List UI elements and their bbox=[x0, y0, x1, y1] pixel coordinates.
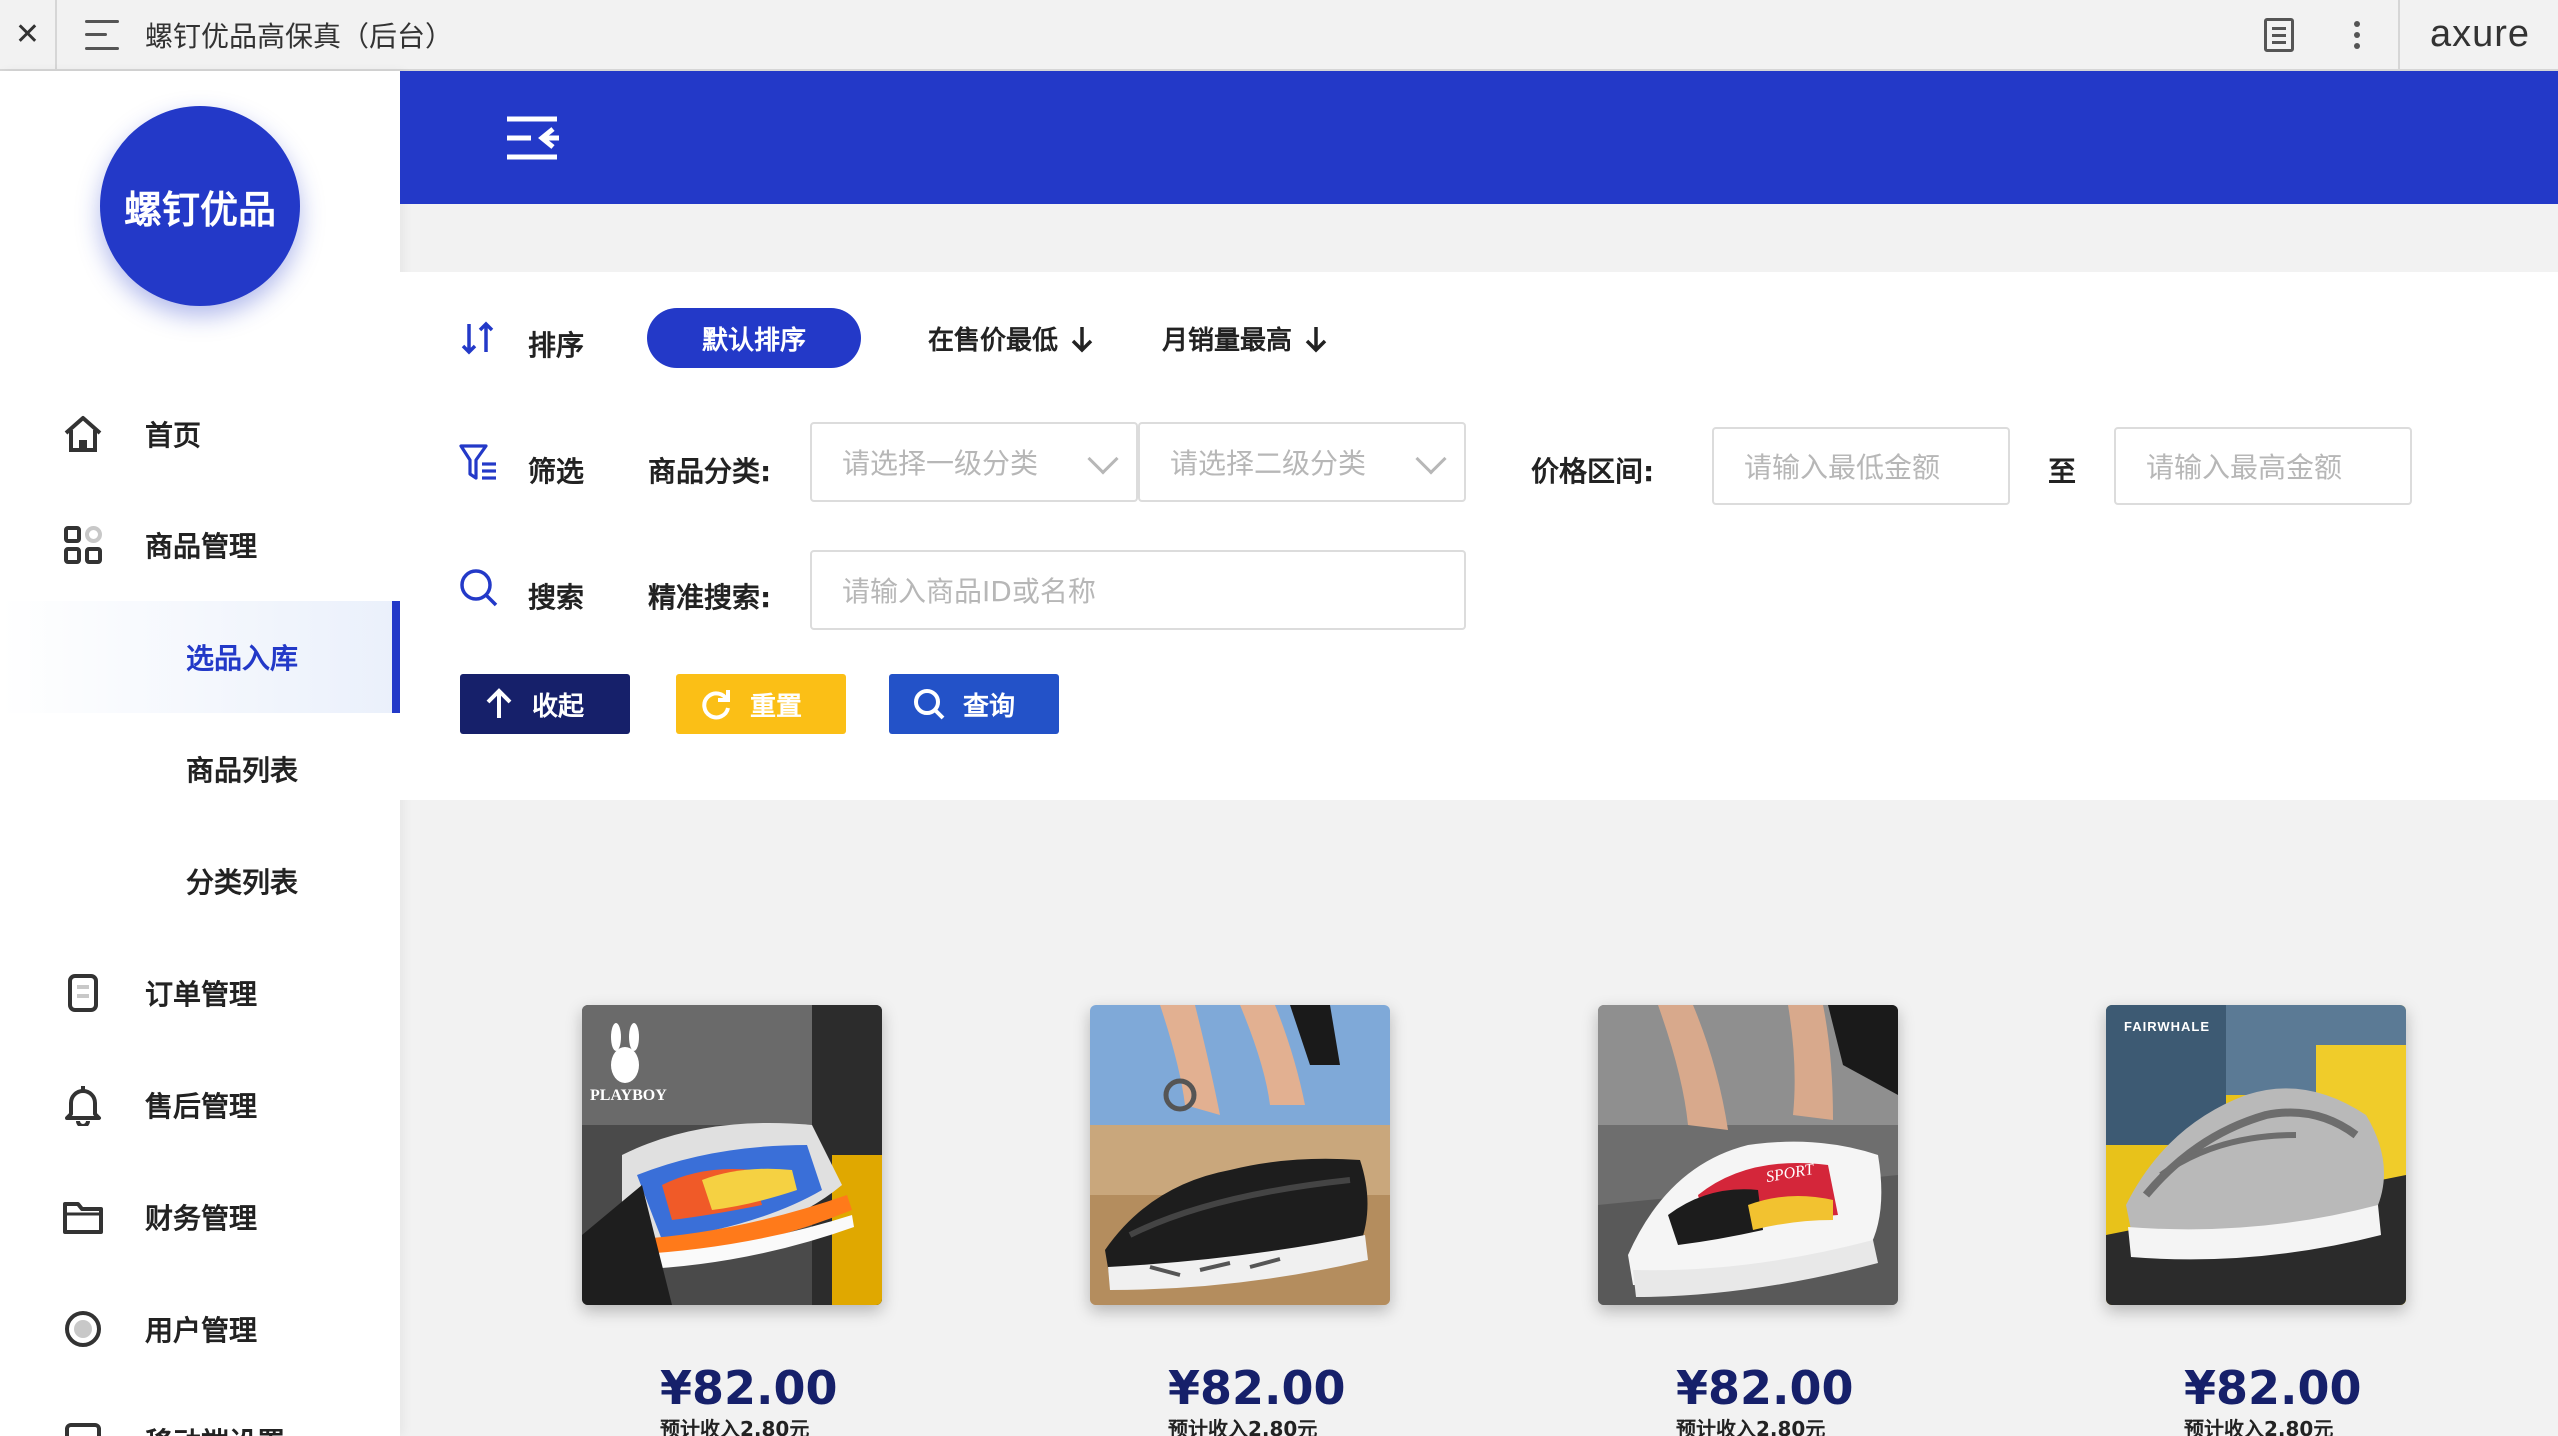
sidebar-item-label: 订单管理 bbox=[145, 978, 258, 1011]
sort-price-lowest-button[interactable]: 在售价最低 bbox=[928, 320, 1094, 357]
sidebar-item-label: 商品列表 bbox=[186, 754, 299, 787]
product-price: ¥82.00 bbox=[2184, 1361, 2362, 1415]
more-options-icon[interactable] bbox=[2353, 20, 2360, 49]
product-price: ¥82.00 bbox=[1676, 1361, 1854, 1415]
price-range-label: 价格区间: bbox=[1531, 455, 1655, 488]
sort-sales-highest-button[interactable]: 月销量最高 bbox=[1162, 320, 1328, 357]
collapse-button[interactable]: 收起 bbox=[460, 674, 630, 734]
sidebar-item-label: 商品管理 bbox=[145, 530, 258, 563]
product-income: 预计收入2.80元 bbox=[1676, 1417, 1826, 1436]
grid-icon bbox=[62, 524, 104, 566]
reset-button[interactable]: 重置 bbox=[676, 674, 846, 734]
category2-select[interactable]: 请选择二级分类 bbox=[1138, 422, 1466, 502]
image-logo-text: PLAYBOY bbox=[590, 1087, 667, 1104]
price-min-placeholder: 请输入最低金额 bbox=[1744, 451, 1941, 484]
product-card[interactable]: FAIRWHALE ¥82.00 预计收入2.80元 bbox=[2106, 1005, 2406, 1436]
arrow-down-icon bbox=[1305, 326, 1327, 352]
app-title-bar: ✕ 螺钉优品高保真（后台） axure bbox=[0, 0, 2558, 71]
document-icon[interactable] bbox=[2263, 17, 2294, 52]
sidebar-item-users[interactable]: 用户管理 bbox=[0, 1273, 400, 1385]
sidebar: 螺钉优品 首页 商品管理 选品入库 商品列表 分类列表 订单管理 售后管理 财务… bbox=[0, 71, 400, 1436]
product-image[interactable]: SPORT bbox=[1598, 1005, 1898, 1305]
sidebar-item-label: 移动端设置 bbox=[145, 1421, 285, 1436]
price-min-input[interactable]: 请输入最低金额 bbox=[1712, 427, 2010, 505]
price-to-label: 至 bbox=[2048, 455, 2077, 488]
sidebar-item-select-stock[interactable]: 选品入库 bbox=[0, 601, 400, 713]
query-button[interactable]: 查询 bbox=[889, 674, 1059, 734]
search-placeholder: 请输入商品ID或名称 bbox=[842, 575, 1096, 608]
filter-icon bbox=[459, 444, 496, 480]
category1-select[interactable]: 请选择一级分类 bbox=[810, 422, 1138, 502]
exact-search-label: 精准搜索: bbox=[648, 581, 772, 614]
window-title: 螺钉优品高保真（后台） bbox=[145, 19, 454, 53]
sort-icon bbox=[461, 321, 494, 355]
chevron-down-icon bbox=[1415, 443, 1447, 475]
axure-brand: axure bbox=[2397, 0, 2558, 69]
sidebar-item-product-list[interactable]: 商品列表 bbox=[0, 713, 400, 825]
default-sort-button[interactable]: 默认排序 bbox=[647, 308, 861, 368]
sort-option-label: 月销量最高 bbox=[1162, 326, 1293, 356]
category2-placeholder: 请选择二级分类 bbox=[1170, 447, 1367, 480]
menu-icon[interactable] bbox=[85, 19, 119, 50]
bell-icon bbox=[62, 1084, 104, 1126]
sidebar-item-label: 选品入库 bbox=[186, 642, 299, 675]
search-input[interactable]: 请输入商品ID或名称 bbox=[810, 550, 1466, 630]
reset-button-label: 重置 bbox=[750, 691, 803, 722]
sidebar-item-mobile-settings[interactable]: 移动端设置 bbox=[0, 1385, 400, 1436]
sidebar-item-label: 分类列表 bbox=[186, 866, 299, 899]
product-price: ¥82.00 bbox=[660, 1361, 838, 1415]
image-logo-text: FAIRWHALE bbox=[2124, 1019, 2211, 1034]
arrow-up-icon bbox=[486, 688, 512, 718]
sidebar-item-after-sales[interactable]: 售后管理 bbox=[0, 1049, 400, 1161]
product-card[interactable]: ¥82.00 预计收入2.80元 bbox=[1090, 1005, 1390, 1436]
sidebar-item-finance[interactable]: 财务管理 bbox=[0, 1161, 400, 1273]
product-income: 预计收入2.80元 bbox=[1168, 1417, 1318, 1436]
arrow-down-icon bbox=[1071, 326, 1093, 352]
header-band bbox=[400, 71, 2558, 204]
close-icon[interactable]: ✕ bbox=[0, 0, 57, 69]
category1-placeholder: 请选择一级分类 bbox=[842, 447, 1039, 480]
product-income: 预计收入2.80元 bbox=[2184, 1417, 2334, 1436]
search-icon bbox=[460, 569, 498, 607]
product-image[interactable]: FAIRWHALE bbox=[2106, 1005, 2406, 1305]
sidebar-item-products[interactable]: 商品管理 bbox=[0, 489, 400, 601]
mobile-icon bbox=[62, 1420, 104, 1436]
folder-icon bbox=[62, 1196, 104, 1238]
filter-panel: 排序 默认排序 在售价最低 月销量最高 筛选 商品分类: 请选择一级分类 请选择… bbox=[400, 272, 2558, 800]
sidebar-item-label: 首页 bbox=[145, 419, 202, 452]
product-card[interactable]: PLAYBOY ¥82.00 预计收入2.80元 bbox=[582, 1005, 882, 1436]
price-max-input[interactable]: 请输入最高金额 bbox=[2114, 427, 2412, 505]
product-image[interactable]: PLAYBOY bbox=[582, 1005, 882, 1305]
category-label: 商品分类: bbox=[648, 455, 772, 488]
price-max-placeholder: 请输入最高金额 bbox=[2146, 451, 2343, 484]
product-price: ¥82.00 bbox=[1168, 1361, 1346, 1415]
product-card[interactable]: SPORT ¥82.00 预计收入2.80元 bbox=[1598, 1005, 1898, 1436]
sidebar-item-orders[interactable]: 订单管理 bbox=[0, 937, 400, 1049]
filter-label: 筛选 bbox=[528, 455, 585, 488]
collapse-menu-icon[interactable] bbox=[505, 115, 559, 161]
sidebar-item-home[interactable]: 首页 bbox=[0, 378, 400, 490]
playboy-bunny-logo bbox=[600, 1023, 650, 1093]
query-button-label: 查询 bbox=[963, 691, 1016, 722]
brand-logo: 螺钉优品 bbox=[100, 106, 300, 306]
sort-option-label: 在售价最低 bbox=[928, 326, 1059, 356]
sidebar-item-label: 用户管理 bbox=[145, 1314, 258, 1347]
home-icon bbox=[62, 413, 104, 455]
search-icon bbox=[914, 689, 945, 720]
chevron-down-icon bbox=[1087, 443, 1119, 475]
refresh-icon bbox=[702, 690, 730, 720]
search-label: 搜索 bbox=[528, 581, 585, 614]
sidebar-item-label: 售后管理 bbox=[145, 1090, 258, 1123]
document-icon bbox=[62, 972, 104, 1014]
sort-label: 排序 bbox=[528, 329, 585, 362]
sidebar-item-label: 财务管理 bbox=[145, 1202, 258, 1235]
product-image[interactable] bbox=[1090, 1005, 1390, 1305]
product-income: 预计收入2.80元 bbox=[660, 1417, 810, 1436]
user-circle-icon bbox=[62, 1308, 104, 1350]
collapse-button-label: 收起 bbox=[532, 691, 585, 722]
sidebar-item-category-list[interactable]: 分类列表 bbox=[0, 825, 400, 937]
